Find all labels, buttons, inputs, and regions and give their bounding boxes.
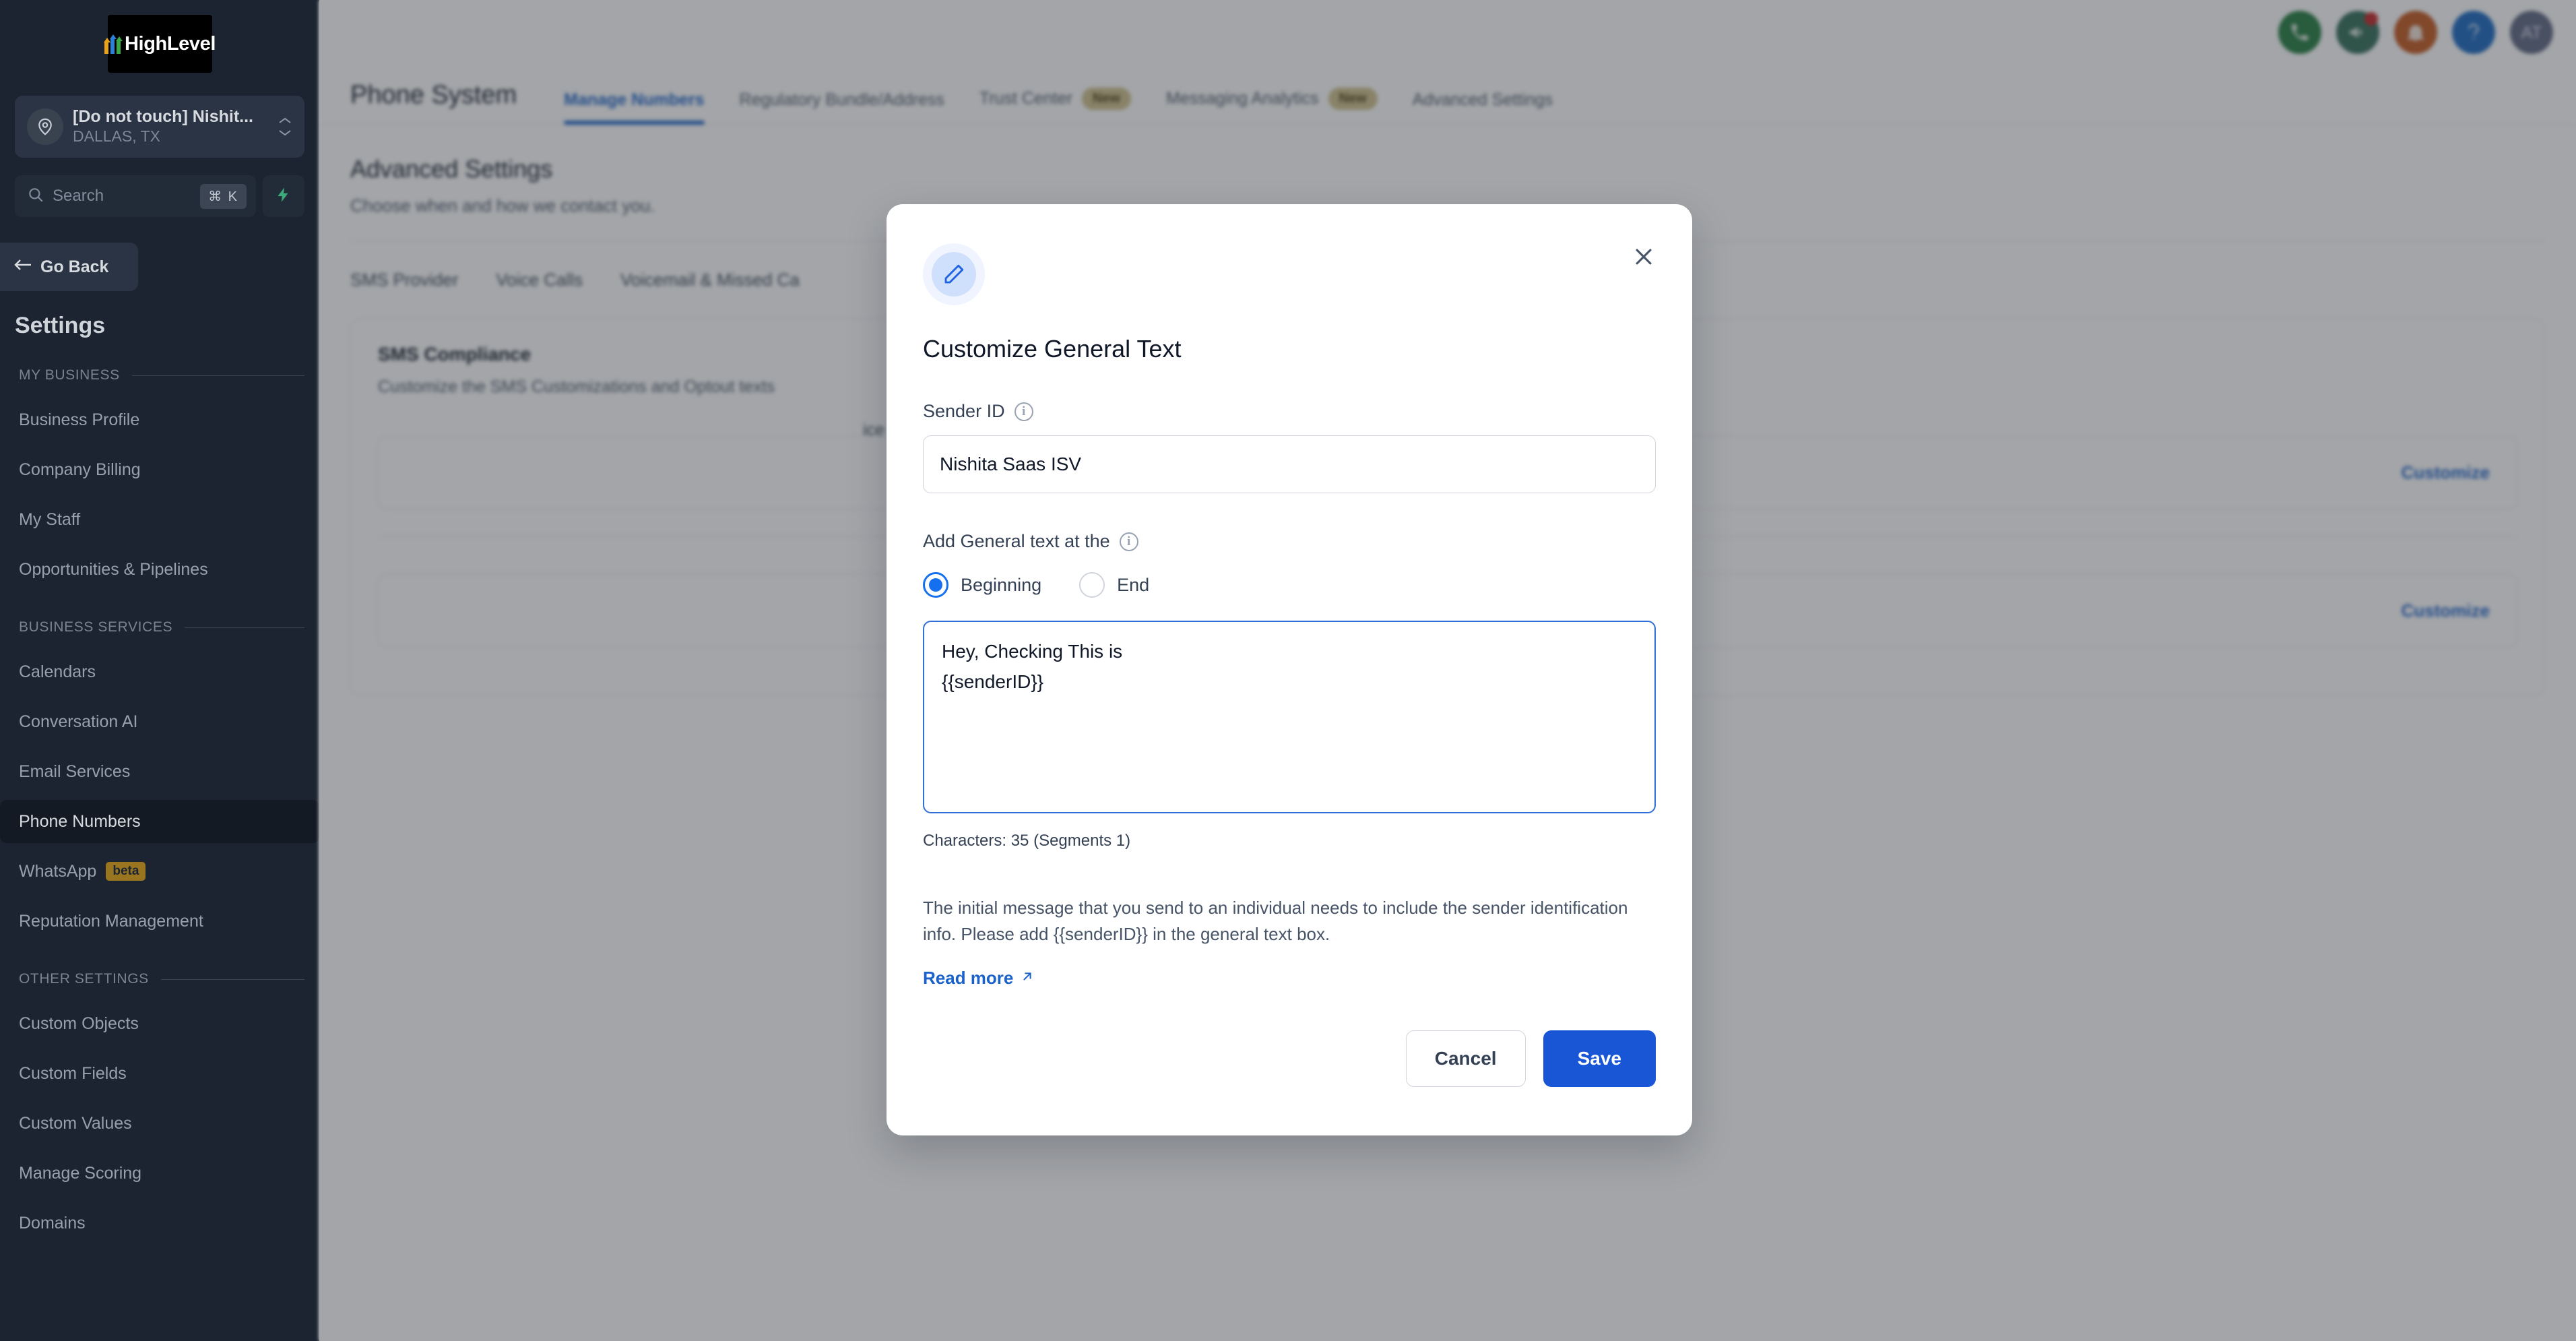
pencil-icon <box>923 243 985 305</box>
highlevel-arrows-icon <box>104 34 121 54</box>
go-back-label: Go Back <box>40 257 109 276</box>
sidebar-item-label: Custom Objects <box>19 1013 139 1033</box>
sender-id-input[interactable] <box>923 435 1656 493</box>
location-name: [Do not touch] Nishit... <box>73 107 254 127</box>
sidebar-item-calendars[interactable]: Calendars <box>0 650 319 693</box>
character-count: Characters: 35 (Segments 1) <box>923 832 1131 850</box>
sidebar-item-company-billing[interactable]: Company Billing <box>0 448 319 491</box>
sidebar-item-business-profile[interactable]: Business Profile <box>0 398 319 441</box>
sidebar-title: Settings <box>15 313 106 338</box>
sidebar-item-label: Conversation AI <box>19 712 138 731</box>
search-input[interactable]: Search ⌘ K <box>15 175 256 217</box>
sidebar-item-opportunities-pipelines[interactable]: Opportunities & Pipelines <box>0 548 319 591</box>
logo-box: HighLevel <box>104 15 216 73</box>
save-button[interactable]: Save <box>1543 1030 1656 1087</box>
search-icon <box>27 186 44 207</box>
sidebar-item-whatsapp[interactable]: WhatsApp beta <box>0 850 319 893</box>
search-row: Search ⌘ K <box>15 175 304 217</box>
radio-end-label: End <box>1117 574 1150 595</box>
sidebar-item-label: Calendars <box>19 662 96 681</box>
chevron-updown-icon <box>278 117 292 136</box>
read-more-link[interactable]: Read more <box>923 968 1035 989</box>
customize-general-text-modal: Customize General Text Sender ID i Add G… <box>887 204 1692 1135</box>
beta-badge: beta <box>106 862 146 881</box>
sidebar-item-conversation-ai[interactable]: Conversation AI <box>0 700 319 743</box>
sidebar-item-label: My Staff <box>19 509 81 529</box>
sidebar-item-label: Phone Numbers <box>19 811 141 831</box>
location-subtitle: DALLAS, TX <box>73 127 160 145</box>
sender-id-label-row: Sender ID i <box>923 401 1656 422</box>
sidebar-item-reputation-management[interactable]: Reputation Management <box>0 900 319 943</box>
group-label: OTHER SETTINGS <box>19 971 149 987</box>
go-back-button[interactable]: Go Back <box>0 243 138 291</box>
sidebar-item-custom-fields[interactable]: Custom Fields <box>0 1052 319 1095</box>
sidebar-group-business-services: BUSINESS SERVICES <box>19 619 304 635</box>
sidebar-item-custom-values[interactable]: Custom Values <box>0 1102 319 1145</box>
sidebar-item-custom-objects[interactable]: Custom Objects <box>0 1002 319 1045</box>
arrow-left-icon <box>13 257 32 277</box>
sidebar-item-label: Company Billing <box>19 460 141 479</box>
modal-actions: Cancel Save <box>923 1030 1656 1087</box>
sidebar-item-label: Custom Values <box>19 1113 132 1133</box>
quick-actions-button[interactable] <box>263 175 304 217</box>
read-more-label: Read more <box>923 968 1014 988</box>
sidebar-group-other-settings: OTHER SETTINGS <box>19 971 304 987</box>
cancel-button[interactable]: Cancel <box>1405 1030 1526 1087</box>
info-icon[interactable]: i <box>1014 402 1033 421</box>
modal-title: Customize General Text <box>923 335 1182 363</box>
radio-end[interactable] <box>1079 572 1105 598</box>
sidebar-item-label: Business Profile <box>19 410 140 429</box>
logo: HighLevel <box>0 0 319 73</box>
sidebar-item-label: WhatsApp <box>19 861 97 881</box>
location-switcher[interactable]: [Do not touch] Nishit... DALLAS, TX <box>15 96 304 158</box>
pencil-icon-inner <box>932 252 976 297</box>
lightning-icon <box>275 185 292 208</box>
sidebar-item-label: Domains <box>19 1213 86 1233</box>
info-icon[interactable]: i <box>1119 532 1138 551</box>
radio-beginning-label: Beginning <box>961 574 1042 595</box>
sidebar: HighLevel [Do not touch] Nishit... DALLA… <box>0 0 319 1341</box>
group-label: BUSINESS SERVICES <box>19 619 173 635</box>
radio-beginning[interactable] <box>923 572 948 598</box>
external-link-icon <box>1020 968 1035 989</box>
app-root: HighLevel [Do not touch] Nishit... DALLA… <box>0 0 2576 1341</box>
sidebar-item-label: Manage Scoring <box>19 1163 142 1183</box>
group-label: MY BUSINESS <box>19 367 120 383</box>
sidebar-item-manage-scoring[interactable]: Manage Scoring <box>0 1152 319 1195</box>
sidebar-item-label: Opportunities & Pipelines <box>19 559 208 579</box>
sidebar-item-email-services[interactable]: Email Services <box>0 750 319 793</box>
help-text: The initial message that you send to an … <box>923 898 1628 944</box>
sender-id-label: Sender ID <box>923 401 1005 421</box>
sidebar-group-my-business: MY BUSINESS <box>19 367 304 383</box>
position-radio-group: Beginning End <box>923 572 1656 598</box>
close-icon[interactable] <box>1626 239 1661 274</box>
sidebar-item-label: Reputation Management <box>19 911 203 931</box>
general-text-textarea[interactable] <box>923 621 1656 813</box>
search-shortcut: ⌘ K <box>200 183 247 209</box>
logo-text: HighLevel <box>125 32 216 55</box>
location-pin-icon <box>27 108 63 145</box>
sidebar-item-label: Email Services <box>19 761 131 781</box>
position-label-row: Add General text at the i <box>923 531 1656 552</box>
sidebar-item-my-staff[interactable]: My Staff <box>0 498 319 541</box>
sidebar-item-phone-numbers[interactable]: Phone Numbers <box>0 800 319 843</box>
sidebar-item-domains[interactable]: Domains <box>0 1202 319 1245</box>
position-label: Add General text at the <box>923 531 1110 551</box>
search-placeholder: Search <box>53 187 104 205</box>
sidebar-item-label: Custom Fields <box>19 1063 127 1083</box>
